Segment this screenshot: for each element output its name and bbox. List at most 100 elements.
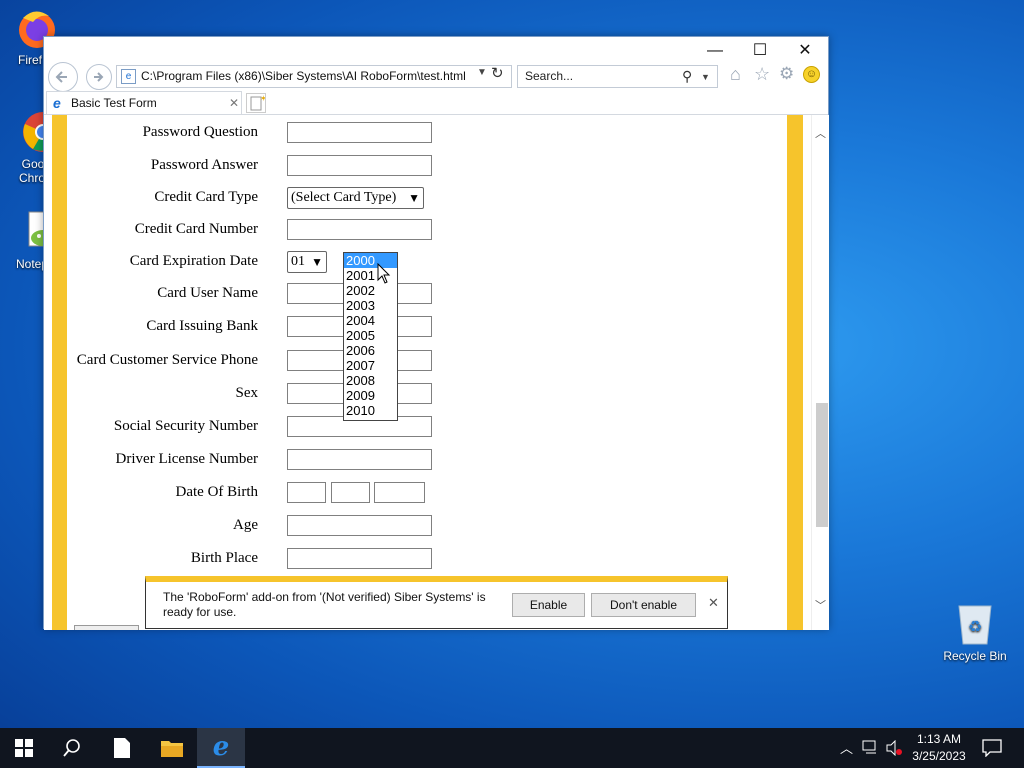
clock-date: 3/25/2023	[912, 749, 966, 763]
volume-muted-icon[interactable]	[885, 740, 903, 756]
browser-window: — ☐ ✕ e C:\Program Files (x86)\Siber Sys…	[43, 36, 829, 630]
year-option[interactable]: 2010	[344, 403, 397, 418]
notifications-icon[interactable]	[982, 739, 1002, 757]
year-option[interactable]: 2006	[344, 343, 397, 358]
enable-button[interactable]: Enable	[512, 593, 585, 617]
label-card-issuing-bank: Card Issuing Bank	[146, 318, 258, 334]
favorites-star-icon[interactable]: ☆	[754, 64, 770, 85]
chevron-down-icon: ▼	[311, 255, 323, 269]
ie-page-icon: e	[121, 69, 136, 84]
vertical-scrollbar[interactable]: ︿ ﹀	[811, 115, 829, 630]
page-border-left	[52, 115, 67, 630]
year-option[interactable]: 2005	[344, 328, 397, 343]
label-birth-place: Birth Place	[190, 550, 258, 566]
back-button[interactable]	[48, 62, 78, 92]
notification-close-icon[interactable]: ✕	[708, 595, 719, 611]
back-arrow-icon	[55, 71, 67, 83]
svg-text:♻: ♻	[968, 617, 982, 636]
label-password-answer: Password Answer	[150, 157, 258, 173]
show-hidden-icons-chevron-icon[interactable]: ︿	[840, 738, 853, 757]
ie-tab-icon: e	[53, 95, 61, 111]
year-option[interactable]: 2009	[344, 388, 397, 403]
new-tab-icon: ✶	[250, 94, 267, 111]
year-option[interactable]: 2007	[344, 358, 397, 373]
driver-license-number-input[interactable]	[287, 449, 432, 470]
taskbar-internet-explorer[interactable]: e	[197, 728, 245, 768]
scrollbar-thumb[interactable]	[816, 403, 828, 527]
taskbar-file-explorer[interactable]	[148, 728, 196, 768]
label-card-customer-service-phone: Card Customer Service Phone	[76, 352, 258, 368]
credit-card-number-input[interactable]	[287, 219, 432, 240]
label-date-of-birth: Date Of Birth	[175, 484, 258, 500]
label-age: Age	[233, 517, 258, 533]
partially-hidden-button[interactable]	[74, 625, 139, 630]
label-driver-license-number: Driver License Number	[115, 451, 258, 467]
search-icon	[63, 739, 80, 757]
year-option[interactable]: 2002	[344, 283, 397, 298]
forward-button[interactable]	[86, 64, 112, 90]
birth-month-input[interactable]	[287, 482, 326, 503]
year-option[interactable]: 2008	[344, 373, 397, 388]
page-content: Password Question Password Answer Credit…	[44, 115, 812, 630]
desktop-icon-recycle-bin[interactable]: ♻ Recycle Bin	[940, 602, 1010, 663]
label-password-question: Password Question	[142, 124, 258, 140]
network-icon[interactable]	[862, 740, 880, 756]
tab-close-icon[interactable]: ✕	[229, 92, 239, 114]
taskbar-notepad[interactable]	[98, 728, 146, 768]
label-card-expiration-date: Card Expiration Date	[129, 253, 258, 269]
year-option[interactable]: 2003	[344, 298, 397, 313]
close-button[interactable]: ✕	[790, 41, 820, 61]
expiration-month-select[interactable]: 01 ▼	[287, 251, 327, 273]
label-credit-card-type: Credit Card Type	[154, 189, 258, 205]
search-placeholder: Search...	[525, 69, 574, 83]
password-answer-input[interactable]	[287, 155, 432, 176]
navigation-bar: e C:\Program Files (x86)\Siber Systems\A…	[44, 61, 828, 92]
label-sex: Sex	[235, 385, 259, 401]
desktop-icon-label: Recycle Bin	[943, 649, 1007, 663]
system-clock[interactable]: 1:13 AM 3/25/2023	[905, 731, 973, 765]
year-option[interactable]: 2004	[344, 313, 397, 328]
refresh-icon[interactable]: ↻	[491, 64, 504, 82]
clock-time: 1:13 AM	[916, 732, 962, 746]
chevron-down-icon: ▼	[408, 191, 420, 205]
password-question-input[interactable]	[287, 122, 432, 143]
internet-explorer-icon: e	[212, 732, 230, 762]
new-tab-button[interactable]: ✶	[246, 93, 267, 113]
address-text: C:\Program Files (x86)\Siber Systems\AI …	[141, 69, 466, 83]
mouse-cursor-icon	[377, 263, 391, 284]
age-input[interactable]	[287, 515, 432, 536]
home-icon[interactable]: ⌂	[730, 64, 741, 85]
address-bar[interactable]: e C:\Program Files (x86)\Siber Systems\A…	[116, 65, 512, 88]
label-social-security-number: Social Security Number	[113, 418, 258, 434]
search-box[interactable]: Search... ⚲ ▼	[517, 65, 718, 88]
document-icon	[114, 738, 130, 758]
search-dropdown-icon[interactable]: ▼	[701, 67, 710, 88]
folder-icon	[161, 741, 183, 757]
expiration-month-value: 01	[291, 254, 305, 269]
dont-enable-button[interactable]: Don't enable	[591, 593, 696, 617]
scroll-up-icon[interactable]: ︿	[815, 125, 826, 141]
birth-day-input[interactable]	[331, 482, 370, 503]
birth-year-input[interactable]	[374, 482, 425, 503]
feedback-smiley-icon[interactable]: ☺	[803, 66, 820, 83]
settings-gear-icon[interactable]: ⚙	[779, 64, 794, 84]
label-credit-card-number: Credit Card Number	[134, 221, 258, 237]
tab-basic-test-form[interactable]: e Basic Test Form ✕	[46, 91, 242, 115]
tab-title: Basic Test Form	[71, 96, 157, 110]
maximize-button[interactable]: ☐	[745, 41, 775, 61]
forward-arrow-icon	[94, 72, 104, 82]
credit-card-type-select[interactable]: (Select Card Type) ▼	[287, 187, 424, 209]
scroll-down-icon[interactable]: ﹀	[815, 597, 826, 613]
page-border-right	[787, 115, 803, 630]
label-card-user-name: Card User Name	[157, 285, 258, 301]
birth-place-input[interactable]	[287, 548, 432, 569]
minimize-button[interactable]: —	[700, 41, 730, 61]
windows-logo-icon	[15, 739, 33, 757]
credit-card-type-value: (Select Card Type)	[291, 190, 397, 205]
search-icon[interactable]: ⚲	[682, 66, 692, 87]
notification-message: The 'RoboForm' add-on from '(Not verifie…	[163, 590, 486, 619]
addon-notification-bar: The 'RoboForm' add-on from '(Not verifie…	[145, 576, 728, 629]
search-button[interactable]	[48, 728, 96, 768]
address-dropdown-icon[interactable]: ▼	[477, 67, 487, 78]
start-button[interactable]	[0, 728, 48, 768]
